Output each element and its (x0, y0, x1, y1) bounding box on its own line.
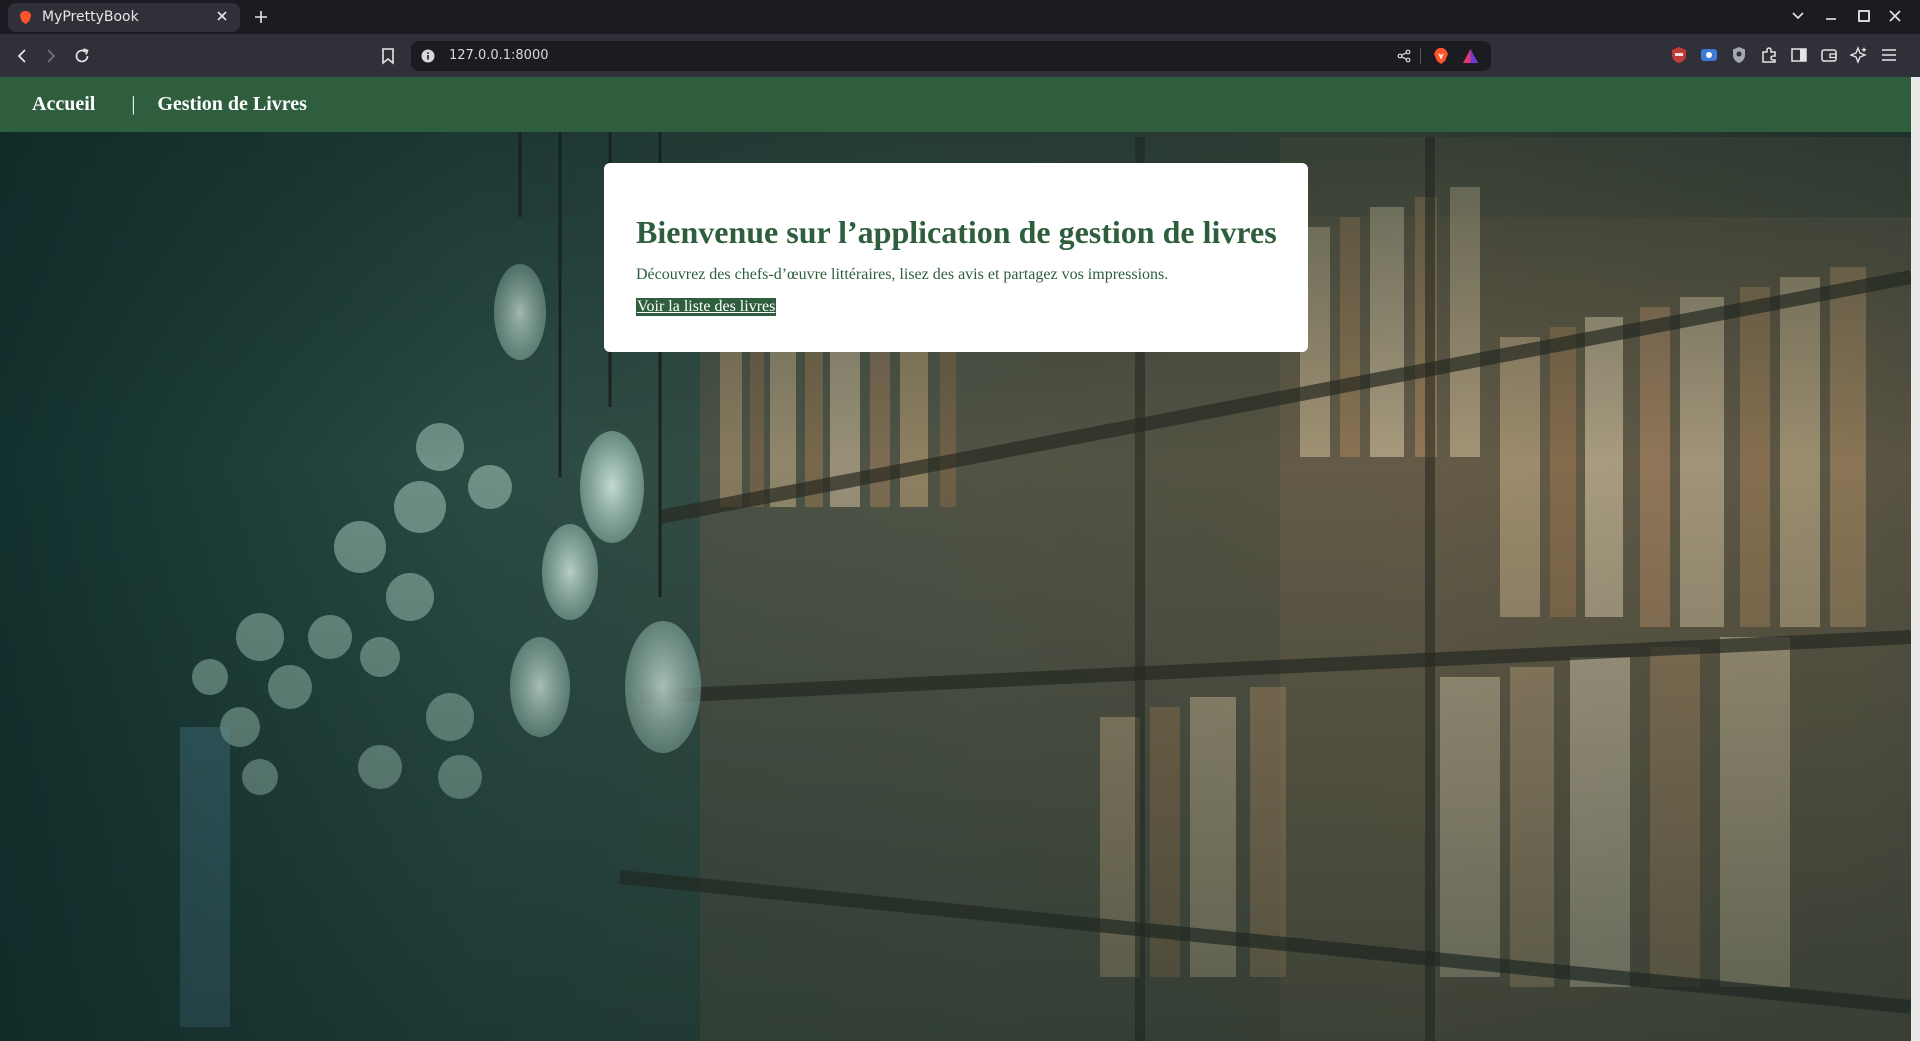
menu-icon[interactable] (1880, 46, 1898, 64)
view-books-button[interactable]: Voir la liste des livres (636, 298, 777, 316)
leo-ai-icon[interactable] (1850, 46, 1868, 64)
nav-link-home[interactable]: Accueil (32, 93, 95, 116)
url-text[interactable]: 127.0.0.1:8000 (449, 48, 549, 63)
page-viewport: Accueil | Gestion de Livres Bienvenue su… (0, 77, 1911, 1041)
close-icon[interactable] (214, 8, 230, 24)
maximize-icon[interactable] (1857, 9, 1871, 23)
brave-favicon-icon (19, 10, 32, 25)
wallet-icon[interactable] (1820, 46, 1838, 64)
share-icon[interactable] (1397, 49, 1411, 63)
browser-tab[interactable]: MyPrettyBook (8, 3, 240, 32)
nav-link-book-management[interactable]: Gestion de Livres (157, 93, 307, 116)
brave-shields-icon[interactable] (1433, 47, 1449, 65)
page-scrollbar[interactable] (1911, 77, 1920, 1041)
privacy-badger-icon[interactable] (1730, 46, 1748, 64)
plus-icon[interactable] (252, 8, 270, 26)
minimize-icon[interactable] (1824, 9, 1838, 23)
tab-title: MyPrettyBook (42, 9, 139, 25)
forward-icon[interactable] (41, 46, 61, 66)
sidebar-icon[interactable] (1790, 46, 1808, 64)
info-icon[interactable] (421, 49, 435, 63)
bookmark-icon[interactable] (378, 46, 398, 66)
welcome-subtitle: Découvrez des chefs-d’œuvre littéraires,… (636, 266, 1169, 283)
nav-separator: | (131, 93, 136, 115)
screen-capture-icon[interactable] (1700, 46, 1718, 64)
site-navbar: Accueil | Gestion de Livres (0, 77, 1911, 132)
welcome-card: Bienvenue sur l’application de gestion d… (604, 163, 1308, 352)
page-title: Bienvenue sur l’application de gestion d… (636, 214, 1277, 250)
browser-toolbar: 127.0.0.1:8000 (0, 34, 1920, 77)
reload-icon[interactable] (72, 46, 92, 66)
address-bar-divider (1420, 48, 1421, 64)
address-bar[interactable]: 127.0.0.1:8000 (411, 41, 1491, 71)
browser-tabstrip: MyPrettyBook (0, 0, 1920, 34)
window-close-icon[interactable] (1888, 9, 1902, 23)
extensions-icon[interactable] (1760, 46, 1778, 64)
back-icon[interactable] (12, 46, 32, 66)
brave-rewards-icon[interactable] (1462, 48, 1479, 64)
chevron-down-icon[interactable] (1791, 9, 1805, 23)
ublock-icon[interactable] (1670, 46, 1688, 64)
